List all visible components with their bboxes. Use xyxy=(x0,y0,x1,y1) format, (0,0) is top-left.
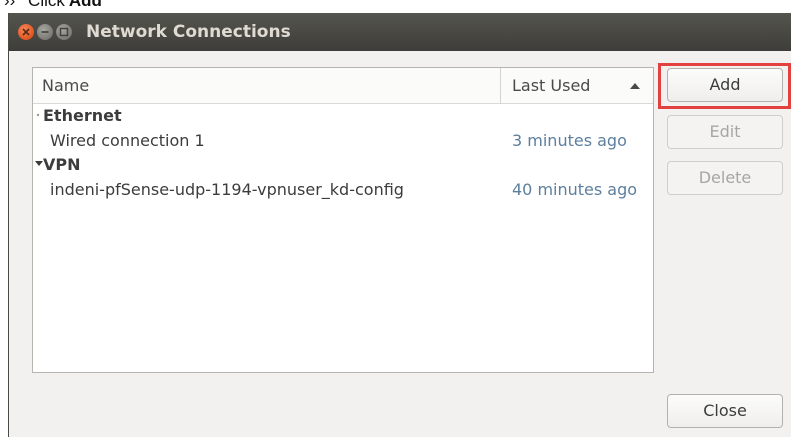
add-button-highlight xyxy=(658,63,791,109)
expander-collapsed-icon[interactable] xyxy=(35,109,41,121)
edit-button[interactable]: Edit xyxy=(667,115,783,149)
group-row-vpn[interactable]: VPN xyxy=(33,153,653,177)
close-button[interactable]: Close xyxy=(667,394,783,428)
column-header-last-used[interactable]: Last Used xyxy=(502,68,653,104)
group-label-ethernet: Ethernet xyxy=(43,106,122,125)
window-close-icon[interactable] xyxy=(18,24,34,40)
list-header: Name Last Used xyxy=(33,68,653,104)
instruction-caption: ›› Click Add xyxy=(4,0,102,10)
delete-button[interactable]: Delete xyxy=(667,161,783,195)
caption-step-marker: ›› xyxy=(4,0,21,10)
window-maximize-icon[interactable] xyxy=(56,24,72,40)
window-title: Network Connections xyxy=(86,22,291,42)
expander-expanded-icon[interactable] xyxy=(35,158,43,170)
column-header-last-used-label: Last Used xyxy=(512,76,591,95)
connections-list[interactable]: Name Last Used Ethernet Wired connection… xyxy=(32,67,654,373)
connection-row[interactable]: indeni-pfSense-udp-1194-vpnuser_kd-confi… xyxy=(33,178,653,202)
connection-name: indeni-pfSense-udp-1194-vpnuser_kd-confi… xyxy=(50,180,404,199)
connection-last-used: 3 minutes ago xyxy=(512,131,627,150)
window-titlebar[interactable]: Network Connections xyxy=(9,13,791,51)
window-minimize-icon[interactable] xyxy=(37,24,53,40)
group-label-vpn: VPN xyxy=(43,155,81,174)
caption-verb: Click xyxy=(28,0,65,10)
connection-row[interactable]: Wired connection 1 3 minutes ago xyxy=(33,129,653,153)
caption-target: Add xyxy=(68,0,102,10)
sort-ascending-icon xyxy=(630,83,640,89)
connection-last-used: 40 minutes ago xyxy=(512,180,638,199)
network-connections-window: Network Connections Name Last Used Ether… xyxy=(8,13,791,437)
column-header-name[interactable]: Name xyxy=(33,68,501,104)
connection-name: Wired connection 1 xyxy=(50,131,205,150)
group-row-ethernet[interactable]: Ethernet xyxy=(33,104,653,128)
